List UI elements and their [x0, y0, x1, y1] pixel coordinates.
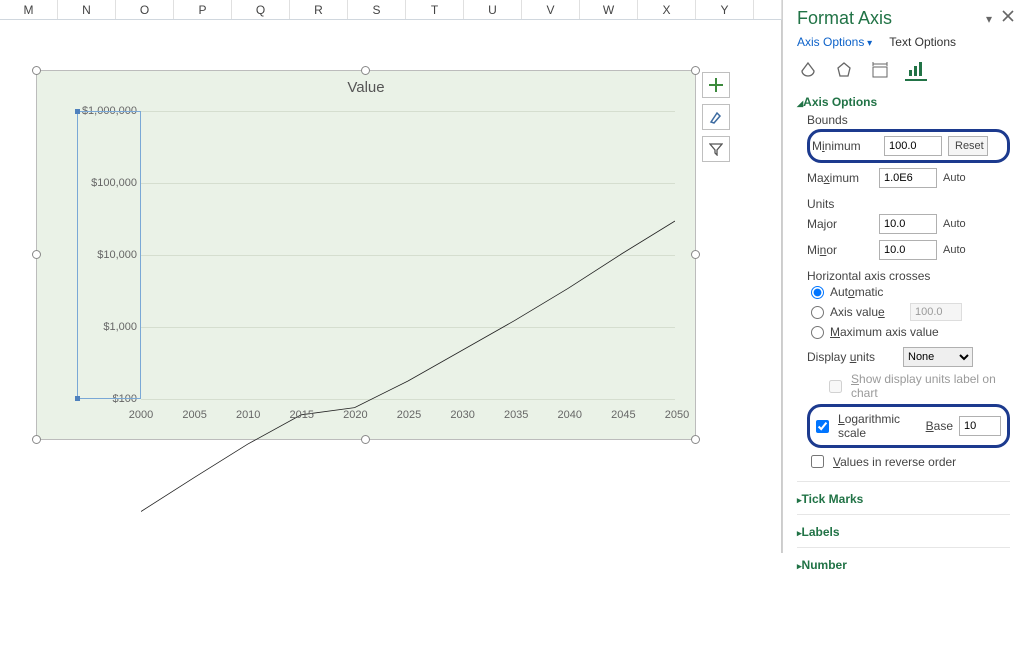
maximum-input[interactable] — [879, 168, 937, 188]
pane-icon-tabs — [783, 55, 1024, 91]
major-unit-input[interactable] — [879, 214, 937, 234]
format-axis-pane: ▾ Format Axis Axis Options Text Options … — [782, 0, 1024, 553]
col-header[interactable]: R — [290, 0, 348, 19]
col-header[interactable]: W — [580, 0, 638, 19]
resize-handle[interactable] — [32, 66, 41, 75]
col-header[interactable]: O — [116, 0, 174, 19]
col-header[interactable]: P — [174, 0, 232, 19]
major-label: Major — [807, 217, 873, 231]
x-tick-label: 2050 — [665, 409, 689, 421]
y-tick-label: $100,000 — [77, 177, 137, 189]
x-tick-label: 2020 — [343, 409, 367, 421]
reverse-order-checkbox[interactable] — [811, 455, 824, 468]
major-auto-label: Auto — [943, 218, 983, 230]
show-display-units-checkbox — [829, 380, 842, 393]
minor-label: Minor — [807, 243, 873, 257]
worksheet-area[interactable]: Value $1,000,000 $100,000 $10,000 $1,000… — [0, 20, 782, 553]
tab-axis-options[interactable]: Axis Options — [797, 35, 872, 49]
resize-handle[interactable] — [32, 250, 41, 259]
section-tick-marks[interactable]: Tick Marks — [797, 492, 1010, 506]
log-scale-checkbox[interactable] — [816, 420, 829, 433]
log-base-label: Base — [926, 419, 953, 433]
units-label: Units — [807, 191, 1010, 211]
log-base-input[interactable] — [959, 416, 1001, 436]
log-scale-label: Logarithmic scale — [838, 412, 912, 440]
x-tick-label: 2035 — [504, 409, 528, 421]
hcross-max-radio[interactable] — [811, 326, 824, 339]
chart-elements-button[interactable] — [702, 72, 730, 98]
col-header[interactable]: S — [348, 0, 406, 19]
x-tick-label: 2005 — [182, 409, 206, 421]
highlight-log-scale: Logarithmic scale Base — [807, 404, 1010, 448]
col-header[interactable]: X — [638, 0, 696, 19]
highlight-minimum: Minimum Reset — [807, 129, 1010, 163]
chart-quick-buttons — [702, 72, 730, 162]
plot-area[interactable]: $1,000,000 $100,000 $10,000 $1,000 $100 … — [77, 111, 675, 399]
col-header[interactable]: U — [464, 0, 522, 19]
col-header[interactable]: N — [58, 0, 116, 19]
hcross-max-label: Maximum axis value — [830, 325, 939, 339]
resize-handle[interactable] — [361, 66, 370, 75]
hcross-automatic-label: Automatic — [830, 285, 883, 299]
chart-filters-button[interactable] — [702, 136, 730, 162]
maximum-label: Maximum — [807, 171, 873, 185]
col-header[interactable]: Q — [232, 0, 290, 19]
x-tick-label: 2025 — [397, 409, 421, 421]
axis-options-icon[interactable] — [905, 59, 927, 81]
y-tick-label: $1,000,000 — [77, 105, 137, 117]
hcross-automatic-radio[interactable] — [811, 286, 824, 299]
hcross-value-radio[interactable] — [811, 306, 824, 319]
effects-icon[interactable] — [833, 59, 855, 81]
chart-object[interactable]: Value $1,000,000 $100,000 $10,000 $1,000… — [36, 70, 696, 440]
x-tick-label: 2000 — [129, 409, 153, 421]
pane-options-dropdown-icon[interactable]: ▾ — [986, 12, 992, 26]
x-tick-label: 2040 — [558, 409, 582, 421]
reverse-order-label: Values in reverse order — [833, 455, 956, 469]
maximum-auto-label: Auto — [943, 172, 983, 184]
y-tick-label: $1,000 — [77, 321, 137, 333]
minor-auto-label: Auto — [943, 244, 983, 256]
minimum-input[interactable] — [884, 136, 942, 156]
display-units-label: Display units — [807, 350, 897, 364]
chart-title[interactable]: Value — [37, 71, 695, 100]
hcross-value-label: Axis value — [830, 305, 904, 319]
close-icon[interactable] — [1002, 10, 1016, 24]
minimum-label: Minimum — [812, 139, 878, 153]
y-tick-label: $100 — [77, 393, 137, 405]
x-tick-label: 2010 — [236, 409, 260, 421]
col-header[interactable]: Y — [696, 0, 754, 19]
section-axis-options[interactable]: Axis Options — [797, 95, 1010, 109]
show-display-units-label: Show display units label on chart — [851, 372, 1010, 400]
chart-line-series[interactable] — [141, 111, 675, 645]
fill-line-icon[interactable] — [797, 59, 819, 81]
y-tick-label: $10,000 — [77, 249, 137, 261]
display-units-select[interactable]: None — [903, 347, 973, 367]
section-number[interactable]: Number — [797, 558, 1010, 572]
minimum-reset-button[interactable]: Reset — [948, 136, 988, 156]
chart-styles-button[interactable] — [702, 104, 730, 130]
pane-tabs: Axis Options Text Options — [783, 35, 1024, 55]
col-header[interactable]: V — [522, 0, 580, 19]
col-header[interactable] — [754, 0, 782, 19]
size-properties-icon[interactable] — [869, 59, 891, 81]
horizontal-crosses-label: Horizontal axis crosses — [807, 263, 1010, 283]
x-tick-label: 2015 — [290, 409, 314, 421]
col-header[interactable]: M — [0, 0, 58, 19]
resize-handle[interactable] — [691, 66, 700, 75]
x-tick-label: 2045 — [611, 409, 635, 421]
hcross-value-input — [910, 303, 962, 321]
x-tick-label: 2030 — [450, 409, 474, 421]
resize-handle[interactable] — [691, 435, 700, 444]
tab-text-options[interactable]: Text Options — [889, 35, 956, 49]
resize-handle[interactable] — [32, 435, 41, 444]
resize-handle[interactable] — [691, 250, 700, 259]
bounds-label: Bounds — [807, 113, 1010, 127]
col-header[interactable]: T — [406, 0, 464, 19]
minor-unit-input[interactable] — [879, 240, 937, 260]
section-labels[interactable]: Labels — [797, 525, 1010, 539]
